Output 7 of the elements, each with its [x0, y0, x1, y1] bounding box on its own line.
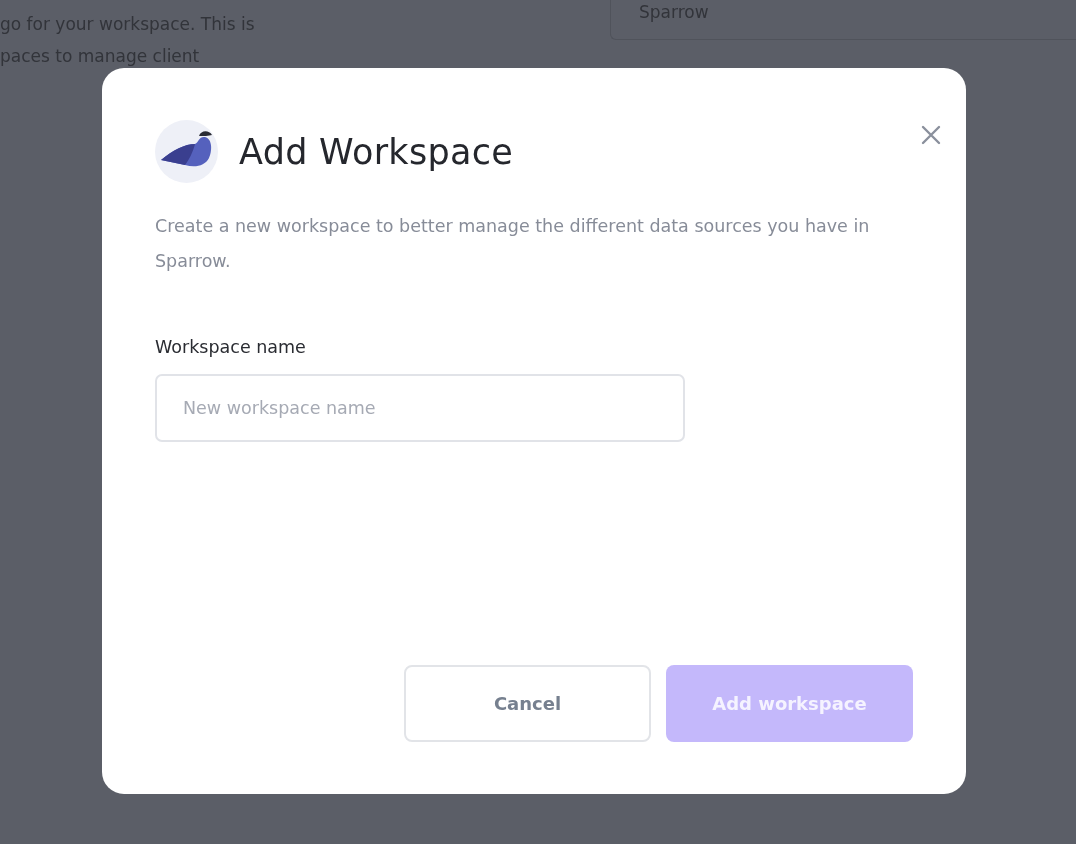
cancel-button[interactable]: Cancel [404, 665, 651, 742]
dialog-description: Create a new workspace to better manage the different data sources you have in Sparrow. [155, 215, 871, 273]
close-icon[interactable] [920, 124, 942, 146]
dialog-title: Add Workspace [239, 131, 514, 172]
workspace-name-field[interactable]: New workspace name [155, 374, 685, 442]
bird-logo-icon [155, 120, 218, 183]
field-label: Workspace name [155, 337, 307, 357]
